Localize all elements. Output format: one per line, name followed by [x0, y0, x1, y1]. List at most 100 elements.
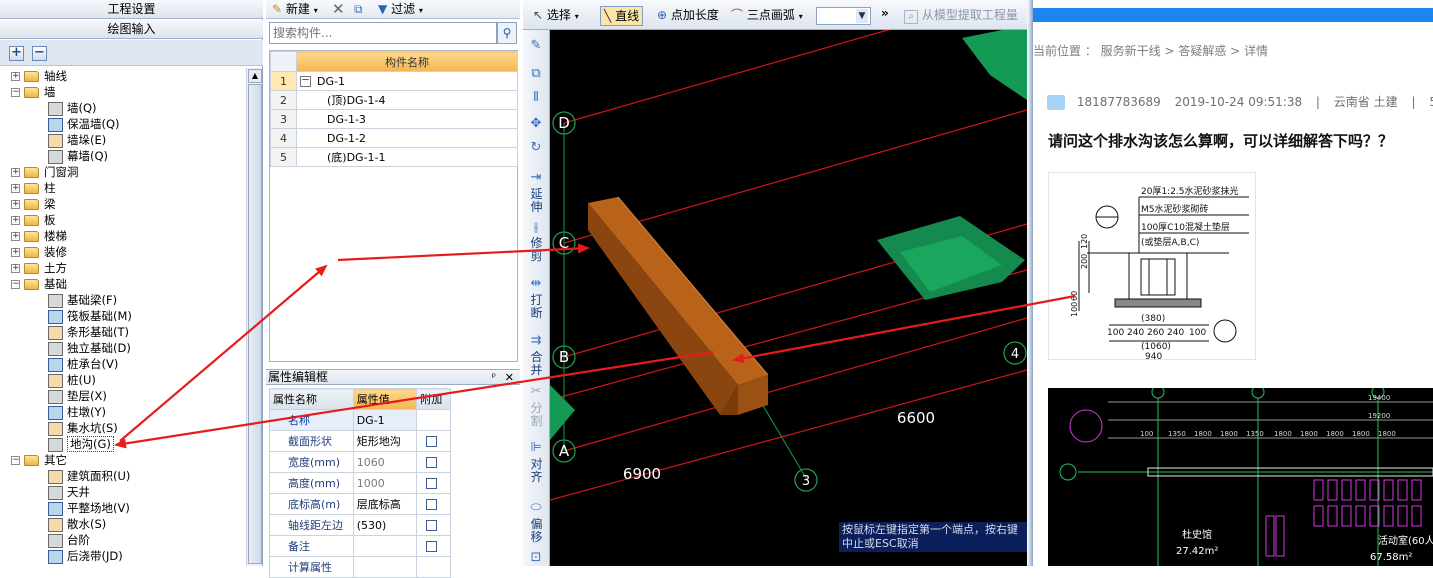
tree-item[interactable]: 桩承台(V): [48, 356, 118, 372]
tree-folder[interactable]: + 装修: [11, 244, 67, 260]
dimension-icon[interactable]: ⊡: [528, 550, 544, 565]
tree-item[interactable]: 垫层(X): [48, 388, 107, 404]
merge-button[interactable]: 合并: [526, 351, 547, 377]
expand-icon[interactable]: +: [11, 232, 20, 241]
project-settings-button[interactable]: 工程设置: [0, 0, 263, 19]
expand-icon[interactable]: +: [11, 168, 20, 177]
tree-item[interactable]: 天井: [48, 484, 90, 500]
property-value[interactable]: 1000: [352, 472, 418, 494]
expand-icon[interactable]: +: [11, 184, 20, 193]
tree-item[interactable]: 幕墙(Q): [48, 148, 108, 164]
component-row[interactable]: 2 (顶)DG-1-4: [270, 90, 518, 110]
expand-icon[interactable]: +: [11, 248, 20, 257]
breadcrumb[interactable]: 当前位置 ： 服务新干线 > 答疑解惑 > 详情: [1033, 42, 1268, 59]
tree-folder[interactable]: + 轴线: [11, 68, 67, 84]
collapse-icon[interactable]: −: [11, 88, 20, 97]
tree-folder[interactable]: − 基础: [11, 276, 67, 292]
break-button[interactable]: 打断: [526, 294, 547, 320]
tree-folder[interactable]: + 柱: [11, 180, 56, 196]
tree-item[interactable]: 桩(U): [48, 372, 96, 388]
tree-scrollbar[interactable]: ▲: [246, 68, 262, 566]
tree-item[interactable]: 墙(Q): [48, 100, 97, 116]
expand-icon[interactable]: +: [11, 200, 20, 209]
property-value[interactable]: [352, 535, 418, 557]
extra-checkbox[interactable]: [426, 457, 438, 468]
extra-checkbox[interactable]: [426, 520, 438, 531]
delete-icon[interactable]: ✕: [332, 2, 345, 17]
more-tools-button[interactable]: »: [881, 6, 889, 21]
copy-tool-icon[interactable]: ⧉: [528, 66, 544, 81]
floor-plan-image[interactable]: 19400 19200 1350 1800 1800 1350 1800 180…: [1048, 385, 1433, 566]
tree-item[interactable]: 集水坑(S): [48, 420, 118, 436]
component-name-header[interactable]: 构件名称: [296, 51, 518, 72]
tree-item[interactable]: 独立基础(D): [48, 340, 131, 356]
property-value[interactable]: DG-1: [352, 409, 418, 431]
component-row[interactable]: 3 DG-1-3: [270, 109, 518, 129]
property-value[interactable]: (530): [352, 514, 418, 536]
tree-item[interactable]: 墙垛(E): [48, 132, 106, 148]
property-row[interactable]: 计算属性: [269, 556, 451, 578]
property-row[interactable]: 高度(mm) 1000: [269, 472, 451, 494]
component-row[interactable]: 5 (底)DG-1-1: [270, 147, 518, 167]
collapse-all-button[interactable]: −: [32, 46, 47, 61]
component-name-cell[interactable]: － DG-1: [296, 71, 518, 91]
property-row[interactable]: 备注: [269, 535, 451, 557]
align-button[interactable]: 对齐: [526, 458, 547, 484]
search-icon[interactable]: ⚲: [497, 22, 517, 44]
tree-item[interactable]: 柱墩(Y): [48, 404, 106, 420]
collapse-icon[interactable]: －: [300, 76, 311, 87]
mirror-icon[interactable]: ⫴: [528, 90, 544, 105]
property-value[interactable]: 层底标高: [352, 493, 418, 515]
expand-icon[interactable]: +: [11, 216, 20, 225]
component-name-cell[interactable]: (顶)DG-1-4: [296, 90, 518, 110]
extra-checkbox[interactable]: [426, 541, 438, 552]
drawing-input-button[interactable]: 绘图输入: [0, 20, 263, 39]
expand-icon[interactable]: +: [11, 72, 20, 81]
tree-item[interactable]: 台阶: [48, 532, 90, 548]
tree-item[interactable]: 条形基础(T): [48, 324, 129, 340]
component-row[interactable]: 4 DG-1-2: [270, 128, 518, 148]
tree-item[interactable]: 筏板基础(M): [48, 308, 132, 324]
scroll-up-icon[interactable]: ▲: [248, 69, 262, 83]
component-search-input[interactable]: [269, 22, 497, 44]
split-button[interactable]: 分割: [526, 402, 547, 428]
component-name-cell[interactable]: DG-1-3: [296, 109, 518, 129]
brush-icon[interactable]: ✎: [528, 38, 544, 53]
tree-item[interactable]: 散水(S): [48, 516, 106, 532]
extend-button[interactable]: 延伸: [526, 188, 547, 214]
tree-folder[interactable]: + 楼梯: [11, 228, 67, 244]
trench-detail-image[interactable]: 20厚1:2.5水泥砂浆抹光 M5水泥砂浆砌砖 100厚C10混凝土垫层 (或垫…: [1048, 172, 1256, 362]
property-row[interactable]: 宽度(mm) 1060: [269, 451, 451, 473]
tree-item[interactable]: 建筑面积(U): [48, 468, 130, 484]
tree-item[interactable]: 保温墙(Q): [48, 116, 120, 132]
three-point-arc-tool[interactable]: ⌒ 三点画弧 ▾: [731, 8, 803, 24]
tree-folder[interactable]: + 板: [11, 212, 56, 228]
property-row[interactable]: 名称 DG-1: [269, 409, 451, 431]
expand-all-button[interactable]: +: [9, 46, 24, 61]
tree-item[interactable]: 基础梁(F): [48, 292, 117, 308]
property-value[interactable]: 1060: [352, 451, 418, 473]
expand-icon[interactable]: +: [11, 264, 20, 273]
component-name-cell[interactable]: DG-1-2: [296, 128, 518, 148]
extra-checkbox[interactable]: [426, 499, 438, 510]
extra-checkbox[interactable]: [426, 436, 438, 447]
tree-item[interactable]: 地沟(G): [48, 436, 114, 452]
rotate-icon[interactable]: ↻: [528, 140, 544, 155]
property-row[interactable]: 截面形状 矩形地沟: [269, 430, 451, 452]
component-row[interactable]: 1 － DG-1: [270, 71, 518, 91]
close-icon[interactable]: ✕: [505, 370, 514, 385]
trim-button[interactable]: 修剪: [526, 237, 547, 263]
select-tool[interactable]: ↖ 选择 ▾: [533, 8, 579, 24]
point-length-tool[interactable]: ⊕ 点加长度: [657, 8, 719, 23]
property-row[interactable]: 轴线距左边 (530): [269, 514, 451, 536]
extract-quantity-button[interactable]: ⌕ 从模型提取工程量: [904, 8, 1018, 24]
tree-folder[interactable]: + 门窗洞: [11, 164, 79, 180]
tree-item[interactable]: 平整场地(V): [48, 500, 130, 516]
property-value[interactable]: 矩形地沟: [352, 430, 418, 452]
arc-option-select[interactable]: ▼: [816, 7, 871, 25]
move-icon[interactable]: ✥: [528, 116, 544, 131]
filter-button[interactable]: ▼ 过滤 ▾: [378, 2, 423, 17]
tree-folder[interactable]: − 其它: [11, 452, 67, 468]
extra-checkbox[interactable]: [426, 478, 438, 489]
collapse-icon[interactable]: −: [11, 280, 20, 289]
